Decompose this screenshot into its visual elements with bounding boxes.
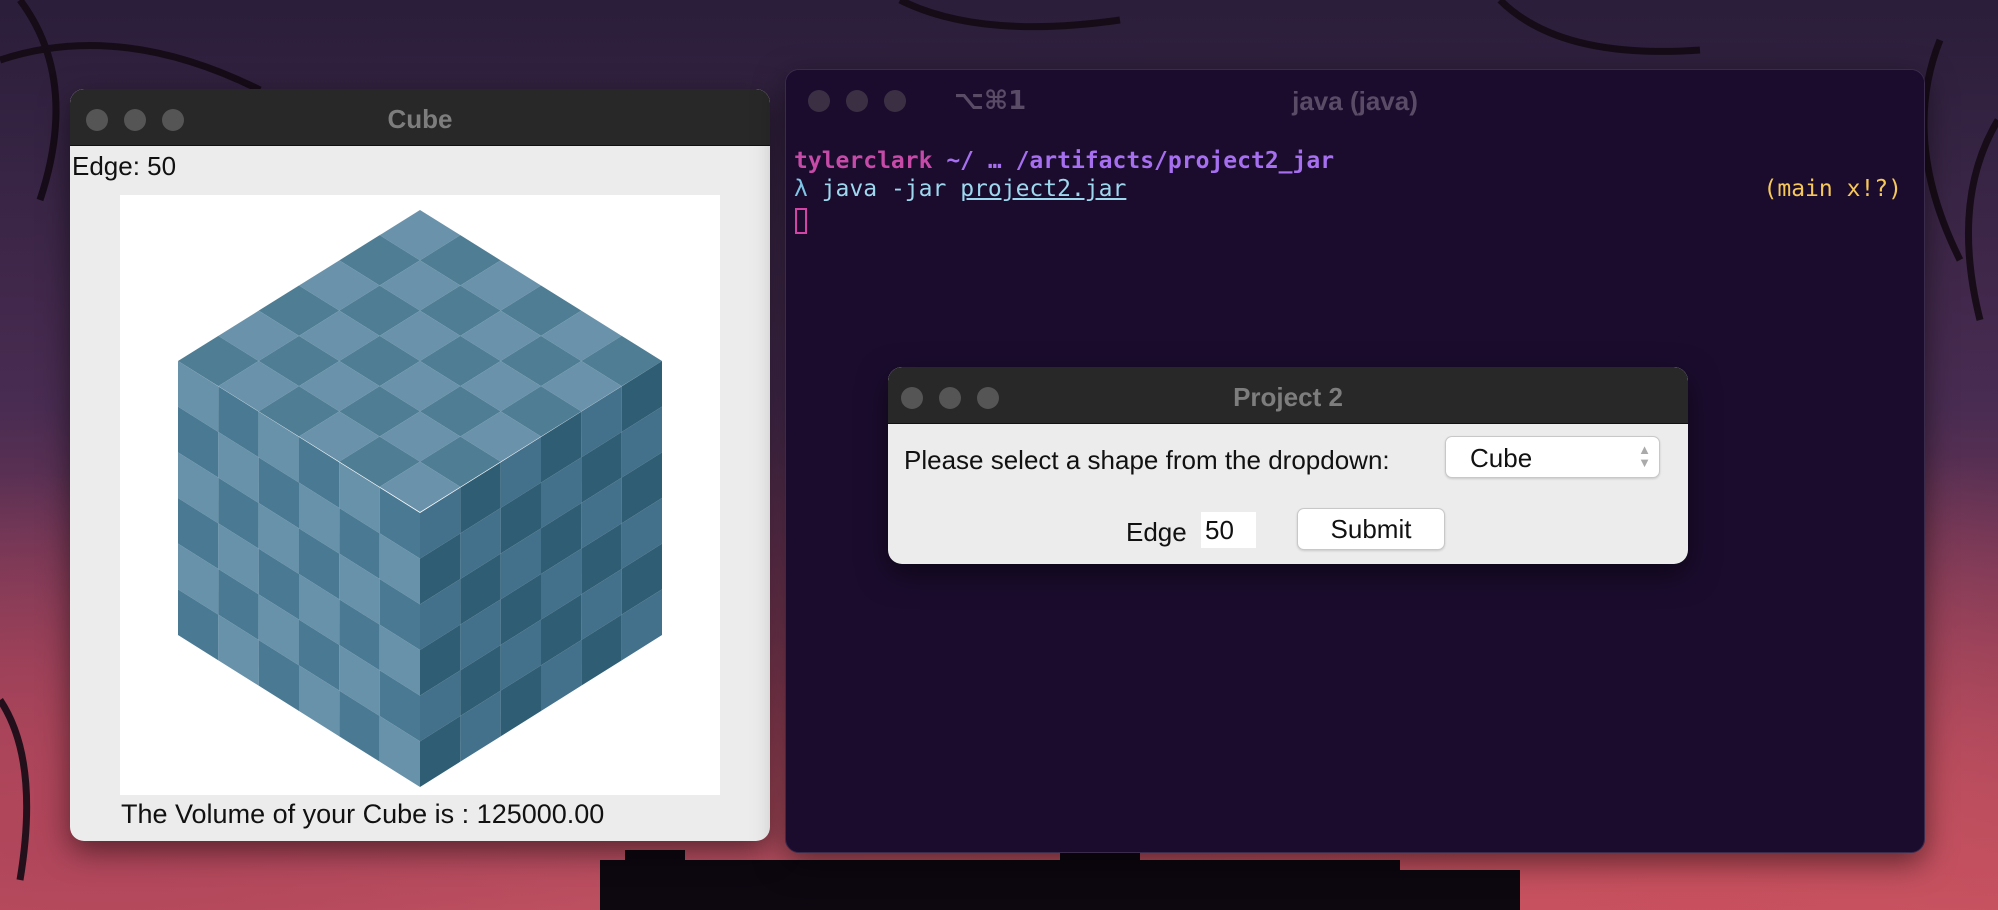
cube-window: Cube Edge: 50 The Volume of your Cube is… <box>70 89 770 841</box>
shape-select[interactable]: Cube ▲ ▼ <box>1445 436 1660 478</box>
project2-dialog: Project 2 Please select a shape from the… <box>888 367 1688 564</box>
prompt-line: tylerclark ~/ … /artifacts/project2_jar <box>794 148 1334 174</box>
terminal-cursor <box>795 208 807 234</box>
cube-image <box>178 210 662 787</box>
edge-label: Edge: 50 <box>72 151 177 181</box>
lambda-prompt: λ <box>794 176 808 202</box>
command-text: java -jar <box>807 176 961 202</box>
submit-button[interactable]: Submit <box>1297 508 1445 550</box>
volume-label: The Volume of your Cube is : 125000.00 <box>121 799 605 829</box>
command-arg-link[interactable]: project2.jar <box>960 176 1126 202</box>
prompt-path: ~/ … /artifacts/project2_jar <box>932 148 1335 174</box>
cube-window-title: Cube <box>387 104 453 134</box>
git-status: (main x!?) <box>1763 176 1902 202</box>
terminal-title: java (java) <box>1292 86 1418 116</box>
edge-input[interactable] <box>1201 512 1256 548</box>
prompt-user: tylerclark <box>794 148 933 174</box>
dialog-titlebar[interactable]: Project 2 <box>888 367 1688 424</box>
dialog-title: Project 2 <box>1233 382 1343 412</box>
terminal-titlebar[interactable]: ⌥⌘1 java (java) <box>786 70 1924 126</box>
chevron-up-down-icon: ▲ ▼ <box>1638 442 1651 470</box>
cube-window-titlebar[interactable]: Cube <box>70 89 770 146</box>
cube-canvas <box>120 195 720 795</box>
command-line: λ java -jar project2.jar <box>794 176 1126 202</box>
shape-select-value: Cube <box>1470 443 1533 473</box>
edge-field-label: Edge <box>1126 517 1187 547</box>
shape-prompt-label: Please select a shape from the dropdown: <box>904 445 1390 475</box>
